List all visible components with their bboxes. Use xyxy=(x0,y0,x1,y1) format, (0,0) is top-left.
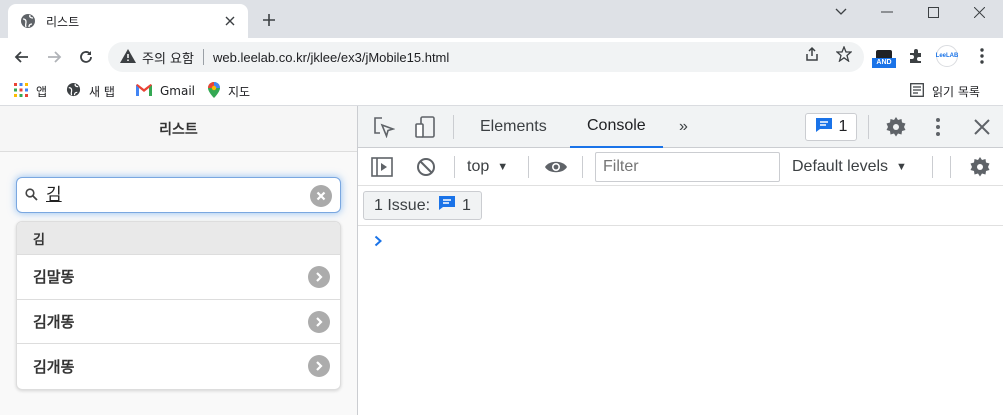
console-toolbar: top ▼ Default levels ▼ xyxy=(358,148,1003,186)
profile-avatar[interactable]: LeeLAB xyxy=(936,45,958,67)
globe-icon xyxy=(20,13,36,29)
close-devtools-icon[interactable] xyxy=(970,115,994,139)
list-item-label: 김말똥 xyxy=(33,268,75,287)
reading-list-button[interactable]: 읽기 목록 xyxy=(910,80,980,102)
issues-bar: 1 Issue: 1 xyxy=(358,186,1003,226)
settings-gear-icon[interactable] xyxy=(884,115,908,139)
chevron-right-icon xyxy=(308,310,330,333)
search-icon xyxy=(25,186,38,205)
message-icon xyxy=(438,195,456,216)
tab-strip: 리스트 xyxy=(0,0,1003,38)
devtools-panel: Elements Console » 1 top ▼ Filter Defaul… xyxy=(357,106,1003,415)
devtools-tabbar: Elements Console » 1 xyxy=(358,106,1003,148)
issues-chip-count: 1 xyxy=(462,196,471,214)
bookmark-maps[interactable]: 지도 xyxy=(208,80,250,102)
context-selector[interactable]: top ▼ xyxy=(467,156,508,178)
bookmark-label: 지도 xyxy=(228,84,251,99)
log-levels-dropdown[interactable]: Default levels ▼ xyxy=(792,156,907,178)
page-title: 리스트 xyxy=(0,106,357,152)
reading-list-icon xyxy=(910,82,924,100)
security-label[interactable]: 주의 요함 xyxy=(142,48,194,67)
bookmark-label: Gmail xyxy=(160,84,196,98)
issues-chip-label: 1 Issue: xyxy=(374,196,431,214)
issues-chip-button[interactable]: 1 Issue: 1 xyxy=(363,191,482,220)
list-view: 김 김말똥 김개똥 김개똥 xyxy=(16,221,341,390)
more-tabs-button[interactable]: » xyxy=(679,106,688,148)
bookmarks-bar: 앱 새 탭 Gmail 지도 읽기 목록 xyxy=(0,76,1003,106)
bookmark-label: 새 탭 xyxy=(89,84,115,99)
dropdown-caret-icon: ▼ xyxy=(497,161,509,173)
console-prompt-chevron-icon[interactable] xyxy=(371,234,385,248)
list-item-label: 김개똥 xyxy=(33,312,75,331)
forward-button[interactable] xyxy=(42,45,66,69)
tab-console[interactable]: Console xyxy=(570,106,663,148)
maps-pin-icon xyxy=(208,81,220,101)
share-icon[interactable] xyxy=(802,45,822,63)
live-expression-eye-icon[interactable] xyxy=(544,155,568,179)
clear-console-icon[interactable] xyxy=(414,155,438,179)
browser-tab[interactable]: 리스트 xyxy=(8,4,248,38)
omnibox-separator xyxy=(202,49,204,65)
clear-search-icon[interactable] xyxy=(310,185,332,207)
search-input[interactable]: 김 xyxy=(46,183,340,207)
list-item[interactable]: 김개똥 xyxy=(17,300,340,344)
extensions-puzzle-icon[interactable] xyxy=(906,44,926,68)
back-button[interactable] xyxy=(10,45,34,69)
globe-icon xyxy=(66,82,81,100)
warning-icon[interactable] xyxy=(120,48,136,67)
close-window-button[interactable] xyxy=(956,0,1002,24)
inspect-element-icon[interactable] xyxy=(372,115,396,139)
reading-list-label: 읽기 목록 xyxy=(932,84,980,99)
bookmark-star-icon[interactable] xyxy=(834,45,854,63)
url-text[interactable]: web.leelab.co.kr/jklee/ex3/jMobile15.htm… xyxy=(213,50,449,65)
context-label: top xyxy=(467,158,490,175)
customize-menu-icon[interactable] xyxy=(926,115,950,139)
chevron-right-icon xyxy=(308,355,330,377)
list-item[interactable]: 김말똥 xyxy=(17,255,340,300)
device-toolbar-icon[interactable] xyxy=(413,115,437,139)
apps-grid-icon xyxy=(14,82,28,100)
extension-badge-label: AND xyxy=(872,58,896,68)
console-filter-input[interactable] xyxy=(595,152,780,182)
search-field[interactable]: 김 xyxy=(16,177,341,213)
issues-counter-button[interactable]: 1 xyxy=(805,113,857,141)
tab-elements[interactable]: Elements xyxy=(480,106,547,148)
browser-toolbar: 주의 요함 web.leelab.co.kr/jklee/ex3/jMobile… xyxy=(0,38,1003,76)
browser-menu-icon[interactable] xyxy=(972,44,992,68)
tab-title: 리스트 xyxy=(46,14,80,29)
close-tab-icon[interactable] xyxy=(222,13,238,29)
list-divider: 김 xyxy=(17,222,340,255)
message-icon xyxy=(815,117,833,138)
tab-search-icon[interactable] xyxy=(818,0,864,24)
console-settings-gear-icon[interactable] xyxy=(968,155,992,179)
page-content: 리스트 김 김 김말똥 김개똥 김개똥 xyxy=(0,106,357,415)
issues-count: 1 xyxy=(838,118,848,135)
reload-button[interactable] xyxy=(74,45,98,69)
gmail-icon xyxy=(136,83,152,99)
bookmark-apps[interactable]: 앱 xyxy=(14,80,47,102)
extension-and-icon[interactable]: AND xyxy=(872,47,896,71)
list-item-label: 김개똥 xyxy=(33,357,75,376)
new-tab-button[interactable] xyxy=(260,11,278,29)
minimize-button[interactable] xyxy=(864,0,910,24)
list-item[interactable]: 김개똥 xyxy=(17,344,340,389)
address-bar[interactable]: 주의 요함 web.leelab.co.kr/jklee/ex3/jMobile… xyxy=(108,42,864,72)
sidebar-toggle-icon[interactable] xyxy=(370,155,394,179)
log-levels-label: Default levels xyxy=(792,158,889,175)
maximize-button[interactable] xyxy=(910,0,956,24)
chevron-right-icon xyxy=(308,266,330,288)
bookmark-gmail[interactable]: Gmail xyxy=(136,80,195,102)
bookmark-new-tab[interactable]: 새 탭 xyxy=(66,80,115,102)
dropdown-caret-icon: ▼ xyxy=(896,161,907,173)
bookmark-label: 앱 xyxy=(36,84,48,99)
